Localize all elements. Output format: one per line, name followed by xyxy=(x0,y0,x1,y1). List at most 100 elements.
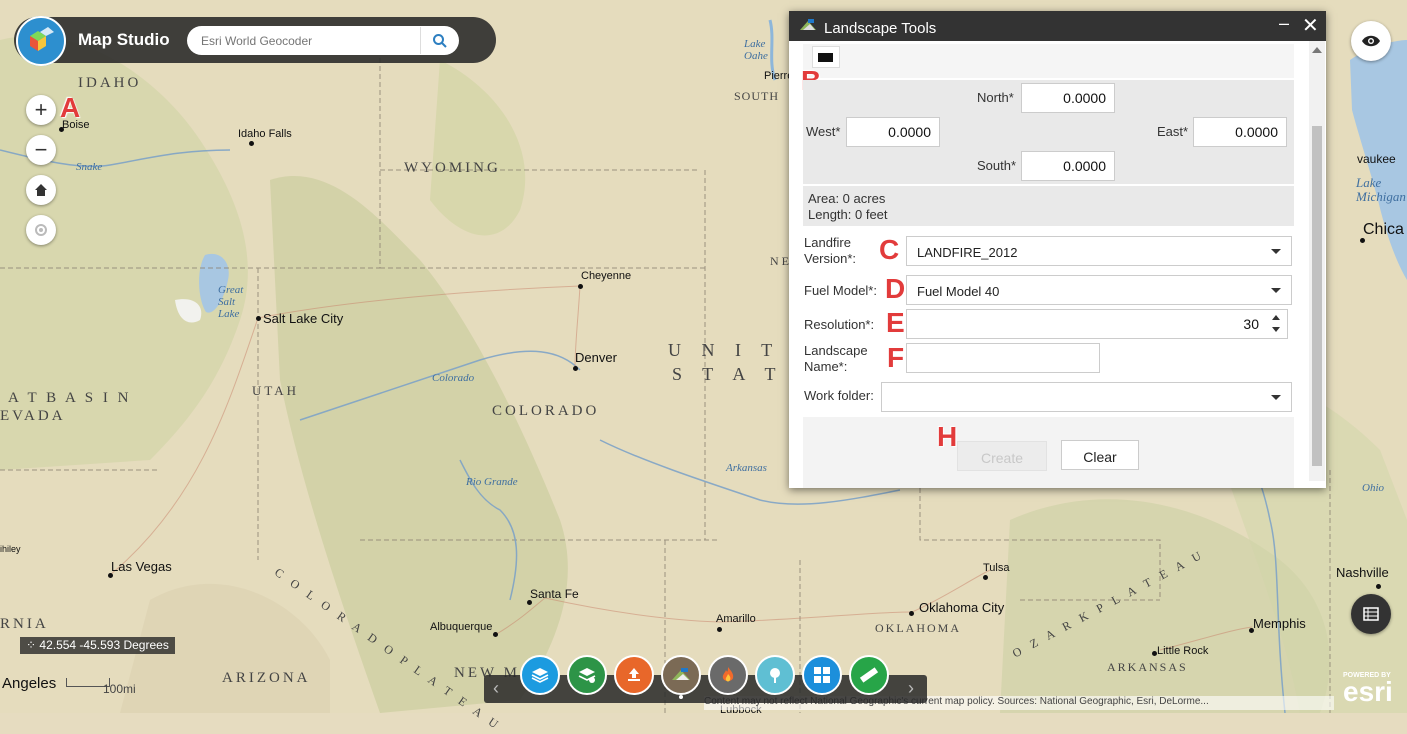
search-input[interactable] xyxy=(199,29,419,53)
annotation-c: C xyxy=(879,234,900,265)
south-label: South* xyxy=(977,158,1017,173)
north-input[interactable]: 0.0000 xyxy=(1021,83,1115,113)
zoom-in-button[interactable]: + xyxy=(26,95,56,125)
landfire-label-line1: Landfire xyxy=(804,235,851,250)
annotation-e: E xyxy=(886,307,905,338)
map-label-whitney: ihiley xyxy=(0,544,21,554)
landscape-tools-icon xyxy=(672,668,690,680)
fire-button[interactable] xyxy=(708,655,748,695)
add-layer-button[interactable] xyxy=(567,655,607,695)
upload-icon xyxy=(628,668,640,681)
grid-button[interactable] xyxy=(802,655,842,695)
scrollbar[interactable] xyxy=(1309,41,1325,481)
map-label-amarillo: Amarillo xyxy=(716,613,756,625)
map-label-ohio: Ohio xyxy=(1362,482,1384,494)
map-label-rio-grande: Rio Grande xyxy=(466,476,518,488)
panel-title-bar[interactable]: Landscape Tools – ✕ xyxy=(789,11,1326,41)
action-section xyxy=(803,417,1294,488)
pin-icon xyxy=(770,668,780,683)
app-logo[interactable] xyxy=(16,16,66,66)
create-button[interactable]: Create xyxy=(957,441,1047,471)
map-label-oklahoma: OKLAHOMA xyxy=(875,621,961,635)
map-label-nevada: EVADA xyxy=(0,408,66,424)
map-label-santa-fe: Santa Fe xyxy=(530,587,579,601)
map-label-south: SOUTH xyxy=(734,89,780,103)
map-label-great-salt-lake: Great Salt Lake xyxy=(218,284,244,320)
work-folder-select[interactable] xyxy=(881,382,1292,412)
upload-button[interactable] xyxy=(614,655,654,695)
home-button[interactable] xyxy=(26,175,56,205)
locate-button[interactable] xyxy=(26,215,56,245)
resolution-stepper[interactable] xyxy=(1267,311,1287,337)
map-label-states: S T A T xyxy=(672,364,784,384)
resolution-label: Resolution*: xyxy=(804,317,875,332)
landscape-name-input[interactable] xyxy=(906,343,1100,373)
map-label-arkansas-river: Arkansas xyxy=(726,462,767,474)
fuel-model-label: Fuel Model*: xyxy=(804,283,877,298)
layers-button[interactable] xyxy=(520,655,560,695)
fuel-model-select[interactable]: Fuel Model 40 xyxy=(906,275,1292,305)
stepper-up-icon[interactable] xyxy=(1272,315,1280,320)
map-label-idaho: IDAHO xyxy=(78,75,142,91)
crosshair-icon: ⁘ xyxy=(26,638,40,652)
search-button[interactable] xyxy=(420,27,459,54)
visibility-button[interactable] xyxy=(1351,21,1391,61)
annotation-h: H xyxy=(937,421,958,452)
city-dot xyxy=(249,141,254,146)
west-input[interactable]: 0.0000 xyxy=(846,117,940,147)
north-label: North* xyxy=(977,90,1014,105)
south-input[interactable]: 0.0000 xyxy=(1021,151,1115,181)
table-icon xyxy=(1363,607,1379,621)
city-dot xyxy=(717,627,722,632)
annotation-f: F xyxy=(887,342,905,373)
fuel-model-value: Fuel Model 40 xyxy=(917,284,1000,299)
cube-logo-icon xyxy=(16,16,66,66)
map-label-basin: A T B A S I N xyxy=(8,390,132,406)
minimize-button[interactable]: – xyxy=(1279,13,1289,34)
chevron-right-icon: › xyxy=(908,678,914,698)
toolbar-next-button[interactable]: › xyxy=(908,678,914,699)
eye-icon xyxy=(1362,35,1380,47)
app-title: Map Studio xyxy=(78,30,170,49)
map-label-wyoming: WYOMING xyxy=(404,160,501,176)
landscape-name-label-line2: Name*: xyxy=(804,359,848,374)
landscape-tools-icon xyxy=(800,19,816,30)
east-input[interactable]: 0.0000 xyxy=(1193,117,1287,147)
attribute-table-button[interactable] xyxy=(1351,594,1391,634)
city-dot xyxy=(578,284,583,289)
locate-icon xyxy=(35,224,47,236)
chevron-down-icon xyxy=(1271,249,1281,254)
map-label-denver: Denver xyxy=(575,350,617,365)
landfire-version-select[interactable]: LANDFIRE_2012 xyxy=(906,236,1292,266)
measure-icon xyxy=(859,667,879,683)
map-label-arizona: ARIZONA xyxy=(222,670,311,686)
fire-icon xyxy=(722,667,734,682)
coordinate-readout: ⁘ 42.554 -45.593 Degrees xyxy=(20,637,175,654)
scroll-up-icon[interactable] xyxy=(1312,47,1322,53)
measure-button[interactable] xyxy=(849,655,889,695)
esri-logo: POWERED BY esri xyxy=(1343,672,1393,706)
landfire-label-line2: Version*: xyxy=(804,251,857,266)
chevron-down-icon xyxy=(1271,395,1281,400)
scrollbar-thumb[interactable] xyxy=(1312,126,1322,466)
scale-label: 100mi xyxy=(103,682,136,696)
map-label-lake-oahe: Lake Oahe xyxy=(744,38,768,62)
plus-icon: + xyxy=(34,97,48,122)
map-label-utah: UTAH xyxy=(252,383,300,398)
clear-button[interactable]: Clear xyxy=(1061,440,1139,470)
pin-button[interactable] xyxy=(755,655,795,695)
landscape-name-label-line1: Landscape xyxy=(804,343,868,358)
map-label-colorado-river: Colorado xyxy=(432,372,475,384)
stepper-down-icon[interactable] xyxy=(1272,327,1280,332)
map-label-colorado: COLORADO xyxy=(492,403,600,419)
zoom-out-button[interactable]: − xyxy=(26,135,56,165)
landscape-tools-button[interactable] xyxy=(661,655,701,695)
resolution-input[interactable]: 30 xyxy=(906,309,1288,339)
work-folder-label: Work folder: xyxy=(804,388,874,403)
toolbar-prev-button[interactable]: ‹ xyxy=(493,678,499,699)
west-label: West* xyxy=(806,124,841,139)
chevron-down-icon xyxy=(1271,288,1281,293)
rectangle-icon xyxy=(818,53,833,62)
close-button[interactable]: ✕ xyxy=(1302,13,1319,38)
minus-icon: − xyxy=(34,137,48,162)
